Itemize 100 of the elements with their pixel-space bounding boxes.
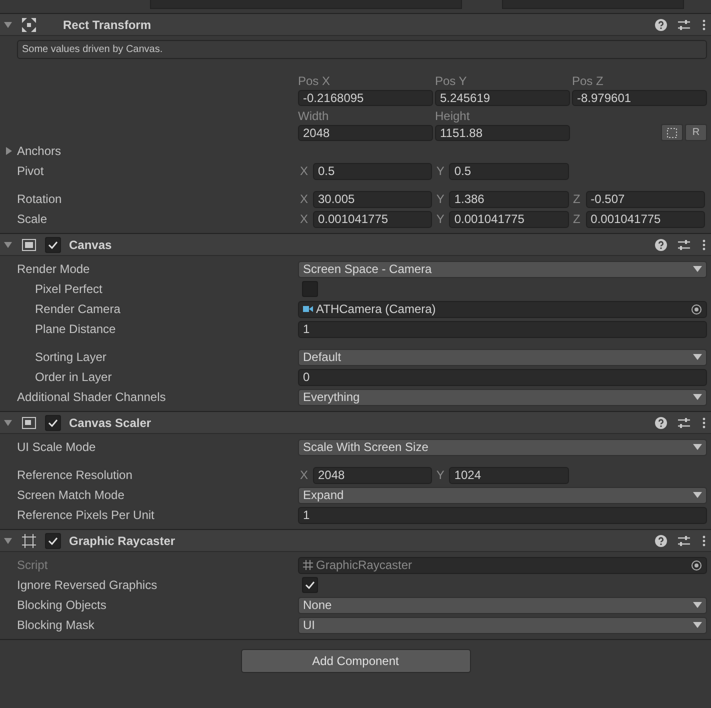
field-label: Sorting Layer	[35, 350, 108, 364]
field-label: Render Mode	[17, 262, 91, 276]
component-header[interactable]: Graphic Raycaster	[0, 530, 711, 552]
component-header[interactable]: Rect Transform	[0, 14, 711, 36]
expanded-arrow-icon[interactable]	[3, 20, 13, 30]
caret-icon	[693, 492, 702, 498]
more-icon[interactable]	[701, 18, 707, 30]
number-field[interactable]: 0	[298, 368, 707, 386]
more-icon[interactable]	[701, 416, 707, 428]
rect-corners-icon	[21, 532, 37, 548]
corner-arrows-icon	[21, 16, 37, 32]
component-title: Canvas Scaler	[69, 416, 152, 430]
help-icon[interactable]	[655, 534, 667, 546]
number-field[interactable]: 0.5	[449, 162, 569, 180]
field-label: Pos X	[298, 73, 332, 89]
field-label: Additional Shader Channels	[17, 390, 167, 404]
field-label: Render Camera	[35, 302, 122, 316]
field-label: Script	[17, 558, 49, 572]
collapsed-arrow-icon[interactable]	[4, 146, 14, 156]
frame-icon	[21, 414, 37, 430]
dropdown[interactable]: Default	[298, 348, 707, 366]
field-label: Ignore Reversed Graphics	[17, 578, 158, 592]
number-field[interactable]: 2048	[313, 466, 432, 484]
axis-label: Z	[572, 192, 582, 206]
checkbox[interactable]	[302, 577, 318, 593]
sliders-icon[interactable]	[677, 18, 691, 30]
number-field[interactable]: -8.979601	[572, 90, 707, 106]
help-icon[interactable]	[655, 416, 667, 428]
camera-icon	[303, 305, 313, 313]
rect-corners-icon	[303, 560, 313, 570]
number-field[interactable]: 1024	[449, 466, 569, 484]
axis-label: X	[298, 212, 309, 226]
check-icon	[48, 240, 58, 248]
field-label: Height	[435, 108, 471, 124]
caret-icon	[693, 444, 702, 450]
number-field[interactable]: 0.001041775	[313, 210, 432, 228]
component-header[interactable]: Canvas	[0, 234, 711, 256]
dashed-square-icon	[667, 128, 677, 138]
object-field[interactable]: ATHCamera (Camera)	[298, 300, 707, 318]
field-label: Pos Z	[572, 73, 604, 89]
axis-label: Y	[435, 468, 446, 482]
number-field[interactable]: 1151.88	[435, 125, 570, 141]
dropdown[interactable]: Screen Space - Camera	[298, 260, 707, 278]
more-icon[interactable]	[701, 534, 707, 546]
anchors-foldout[interactable]: Anchors	[17, 144, 707, 158]
dropdown[interactable]: Scale With Screen Size	[298, 438, 707, 456]
axis-label: X	[298, 192, 309, 206]
sliders-icon[interactable]	[677, 238, 691, 250]
caret-icon	[693, 354, 702, 360]
caret-icon	[693, 622, 702, 628]
field-label: Blocking Mask	[17, 618, 96, 632]
number-field[interactable]: 2048	[298, 125, 433, 141]
field-label: Pivot	[17, 164, 45, 178]
number-field[interactable]: 30.005	[313, 190, 432, 208]
target-icon[interactable]	[691, 304, 702, 314]
component-title: Graphic Raycaster	[69, 534, 176, 548]
dropdown[interactable]: Everything	[298, 388, 707, 406]
blueprint-button[interactable]	[661, 124, 683, 141]
number-field[interactable]: 0.001041775	[449, 210, 569, 228]
number-field[interactable]: -0.2168095	[298, 90, 433, 106]
number-field[interactable]: 0.5	[313, 162, 432, 180]
checkbox[interactable]	[45, 414, 61, 430]
dropdown[interactable]: UI	[298, 616, 707, 634]
caret-icon	[693, 394, 702, 400]
dropdown[interactable]: None	[298, 596, 707, 614]
sliders-icon[interactable]	[677, 534, 691, 546]
object-field: GraphicRaycaster	[298, 556, 707, 574]
axis-label: X	[298, 468, 309, 482]
field-label: Pixel Perfect	[35, 282, 104, 296]
sliders-icon[interactable]	[677, 416, 691, 428]
number-field[interactable]: 1.386	[449, 190, 569, 208]
field-label: Screen Match Mode	[17, 488, 126, 502]
number-field[interactable]: -0.507	[586, 190, 705, 208]
number-field[interactable]: 5.245619	[435, 90, 570, 106]
checkbox[interactable]	[45, 236, 61, 252]
dropdown[interactable]: Expand	[298, 486, 707, 504]
number-field[interactable]: 1	[298, 320, 707, 338]
checkbox[interactable]	[45, 532, 61, 548]
help-icon[interactable]	[655, 238, 667, 250]
number-field[interactable]: 1	[298, 506, 707, 524]
axis-label: Y	[435, 164, 446, 178]
add-component-button[interactable]: Add Component	[240, 649, 470, 673]
info-message: Some values driven by Canvas.	[17, 40, 707, 59]
component-title: Canvas	[69, 238, 113, 252]
help-icon[interactable]	[655, 18, 667, 30]
expanded-arrow-icon[interactable]	[3, 240, 13, 250]
raw-edit-button[interactable]: R	[685, 124, 707, 141]
axis-label: Y	[435, 192, 446, 206]
more-icon[interactable]	[701, 238, 707, 250]
caret-icon	[693, 602, 702, 608]
field-label: Reference Resolution	[17, 468, 134, 482]
checkbox[interactable]	[302, 281, 318, 297]
component-header[interactable]: Canvas Scaler	[0, 412, 711, 434]
field-label: Blocking Objects	[17, 598, 108, 612]
axis-label: Y	[435, 212, 446, 226]
expanded-arrow-icon[interactable]	[3, 418, 13, 428]
expanded-arrow-icon[interactable]	[3, 536, 13, 546]
axis-label: X	[298, 164, 309, 178]
number-field[interactable]: 0.001041775	[586, 210, 705, 228]
caret-icon	[693, 266, 702, 272]
